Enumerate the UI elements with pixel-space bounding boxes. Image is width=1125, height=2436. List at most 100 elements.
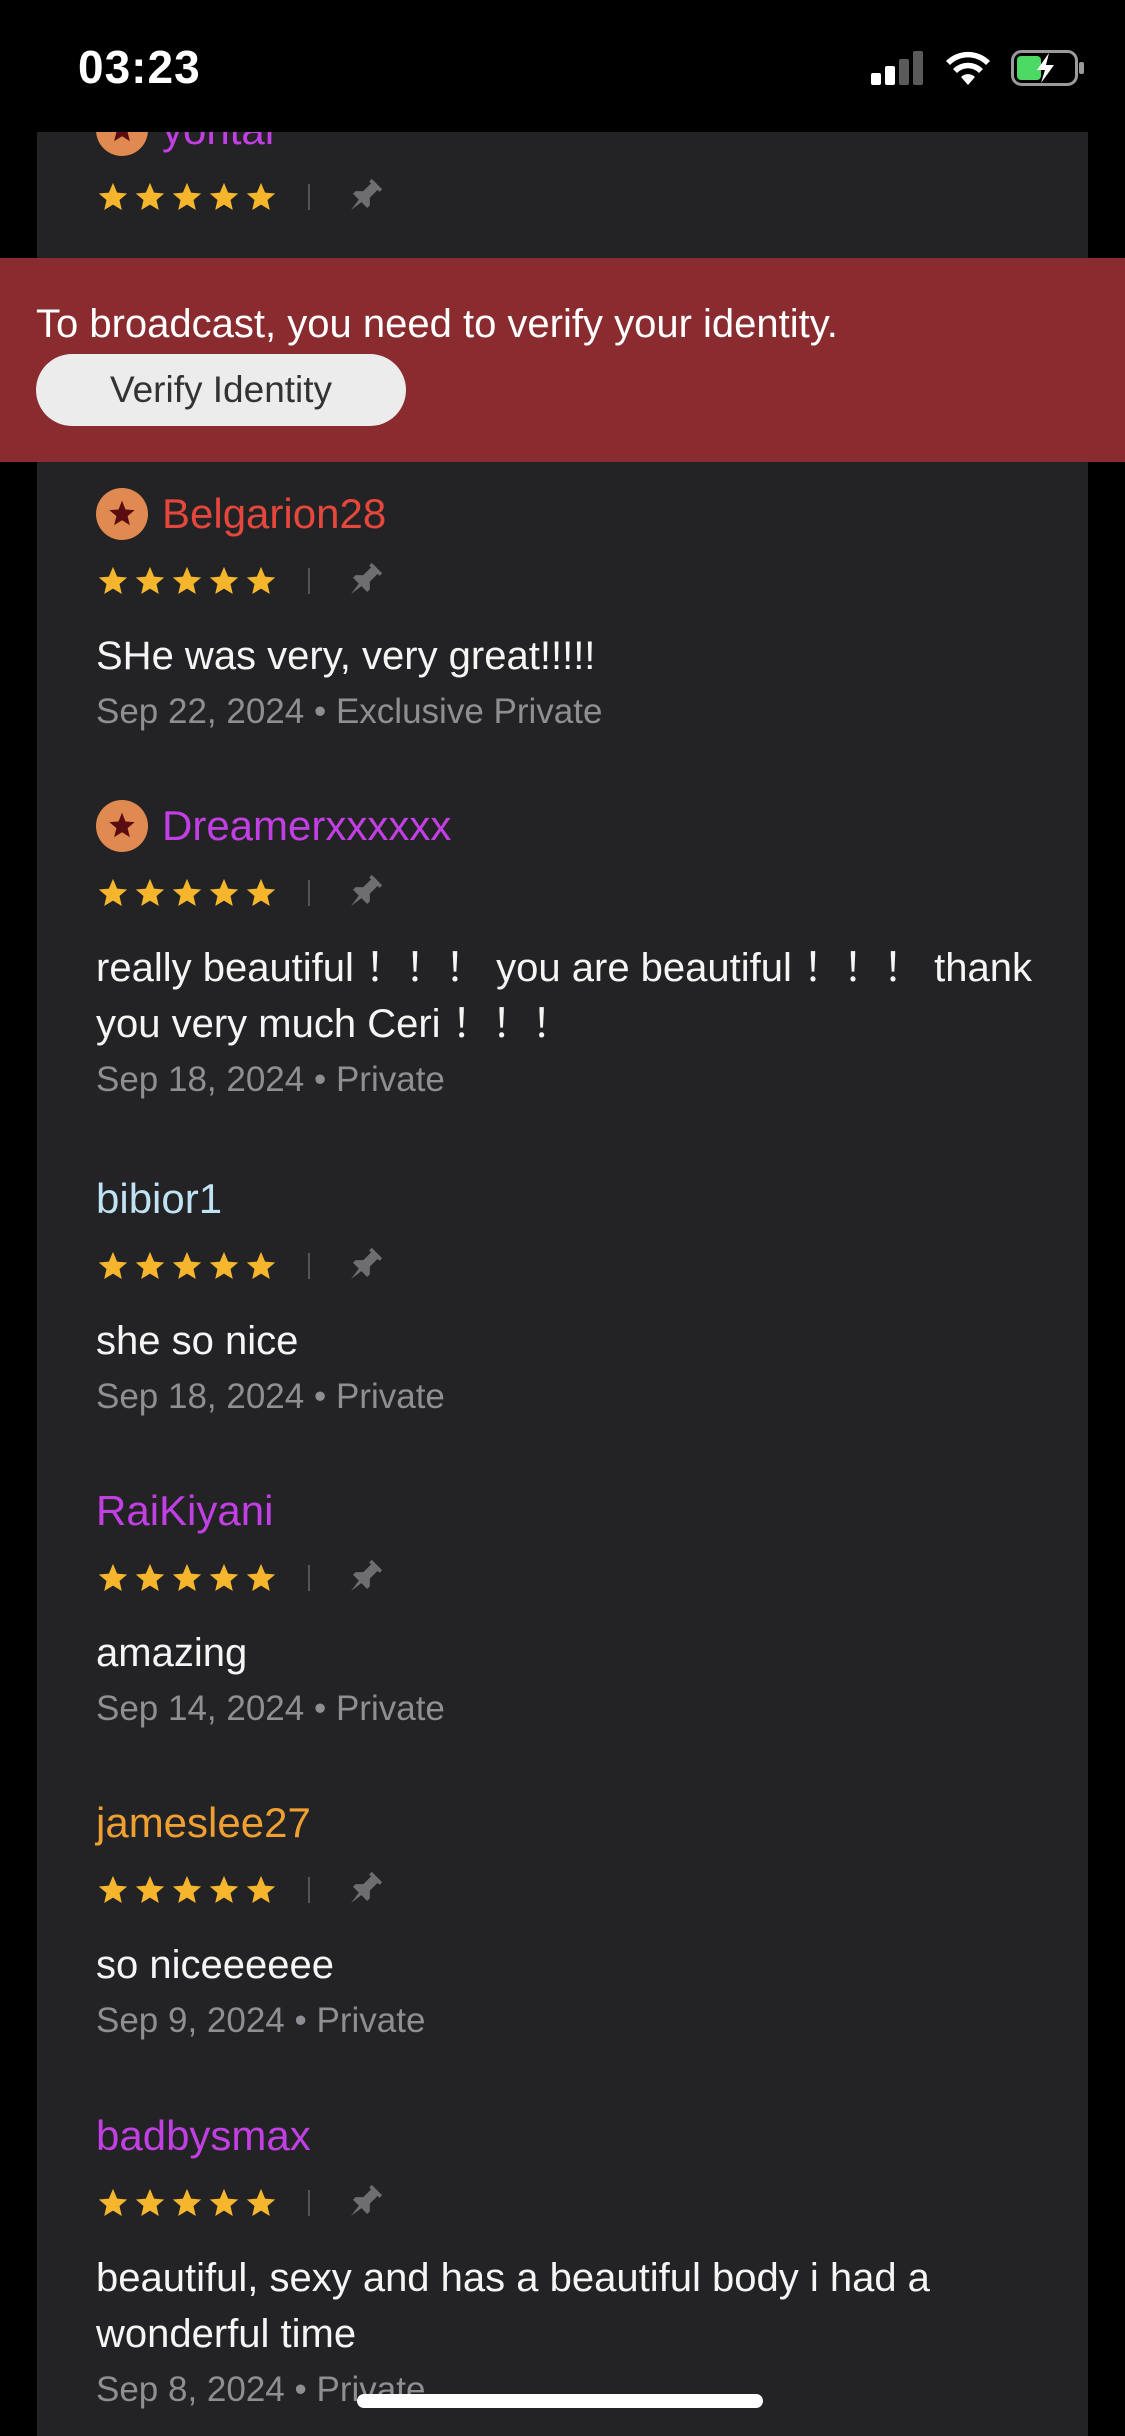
review-date: Sep 8, 2024 bbox=[96, 2370, 285, 2409]
review-date: Sep 22, 2024 bbox=[96, 692, 305, 731]
pin-icon[interactable] bbox=[342, 1244, 386, 1288]
star-rating bbox=[96, 180, 278, 214]
star-icon bbox=[98, 566, 128, 595]
review-username-row[interactable]: Belgarion28 bbox=[96, 486, 1076, 542]
review-rating-row bbox=[96, 2178, 1076, 2228]
review-rating-row bbox=[96, 868, 1076, 918]
review-username[interactable]: yontar bbox=[162, 132, 279, 154]
home-indicator[interactable] bbox=[357, 2394, 763, 2408]
star-icon bbox=[209, 566, 239, 595]
star-icon bbox=[98, 1875, 128, 1904]
pin-icon[interactable] bbox=[342, 871, 386, 915]
star-icon bbox=[135, 1251, 165, 1280]
star-icon bbox=[98, 182, 128, 211]
review-username[interactable]: Dreamerxxxxxx bbox=[162, 802, 451, 850]
review-username[interactable]: bibior1 bbox=[96, 1175, 222, 1223]
review-meta: Sep 18, 2024 • Private bbox=[96, 1060, 445, 1099]
review-type: Exclusive Private bbox=[335, 692, 603, 731]
review-item: yontar bbox=[96, 132, 1076, 222]
star-icon bbox=[135, 878, 165, 907]
review-text: really beautiful ！！！ you are beautiful ！… bbox=[96, 946, 1032, 1046]
review-date: Sep 14, 2024 bbox=[96, 1689, 305, 1728]
review-type: Private bbox=[335, 1060, 445, 1099]
star-icon bbox=[246, 1563, 276, 1592]
rating-divider bbox=[308, 1877, 310, 1903]
review-username[interactable]: badbysmax bbox=[96, 2112, 311, 2160]
review-type: Private bbox=[335, 1689, 445, 1728]
star-icon bbox=[209, 182, 239, 211]
star-icon bbox=[172, 1251, 202, 1280]
review-username-row[interactable]: Dreamerxxxxxx bbox=[96, 798, 1076, 854]
star-badge-icon bbox=[96, 488, 148, 540]
star-rating bbox=[96, 564, 278, 598]
verify-identity-button[interactable]: Verify Identity bbox=[36, 354, 406, 426]
star-icon bbox=[135, 1563, 165, 1592]
star-icon bbox=[246, 878, 276, 907]
review-text: so niceeeeee bbox=[96, 1943, 334, 1987]
pin-icon[interactable] bbox=[342, 175, 386, 219]
pin-icon[interactable] bbox=[342, 559, 386, 603]
review-text: amazing bbox=[96, 1631, 248, 1675]
star-icon bbox=[209, 1875, 239, 1904]
star-icon bbox=[209, 1251, 239, 1280]
star-icon bbox=[172, 2188, 202, 2217]
review-type: Private bbox=[316, 2001, 426, 2040]
cellular-signal-icon bbox=[871, 51, 923, 85]
review-username-row[interactable]: yontar bbox=[96, 132, 1076, 158]
star-rating bbox=[96, 1561, 278, 1595]
review-meta: Sep 14, 2024 • Private bbox=[96, 1689, 445, 1728]
review-meta: Sep 9, 2024 • Private bbox=[96, 2001, 426, 2040]
verify-banner-message: To broadcast, you need to verify your id… bbox=[36, 302, 838, 346]
star-icon bbox=[98, 1251, 128, 1280]
star-icon bbox=[246, 566, 276, 595]
rating-divider bbox=[308, 184, 310, 210]
star-icon bbox=[98, 1563, 128, 1592]
review-date: Sep 9, 2024 bbox=[96, 2001, 285, 2040]
star-rating bbox=[96, 2186, 278, 2220]
pin-icon[interactable] bbox=[342, 1868, 386, 1912]
review-username[interactable]: Belgarion28 bbox=[162, 490, 386, 538]
review-username-row[interactable]: bibior1 bbox=[96, 1171, 1076, 1227]
status-time: 03:23 bbox=[78, 41, 201, 93]
review-item: Dreamerxxxxxx really beautiful ！！！ you ar… bbox=[96, 798, 1076, 1100]
review-rating-row bbox=[96, 556, 1076, 606]
review-text: SHe was very, very great!!!!! bbox=[96, 634, 596, 678]
review-username[interactable]: RaiKiyani bbox=[96, 1487, 273, 1535]
star-rating bbox=[96, 876, 278, 910]
star-icon bbox=[172, 1563, 202, 1592]
pin-icon[interactable] bbox=[342, 1556, 386, 1600]
reviews-panel[interactable]: yontar Belgarion28 SHe was very, very grea… bbox=[37, 132, 1088, 2436]
star-icon bbox=[246, 1875, 276, 1904]
star-rating bbox=[96, 1249, 278, 1283]
review-meta: Sep 22, 2024 • Exclusive Private bbox=[96, 692, 603, 731]
review-username-row[interactable]: RaiKiyani bbox=[96, 1483, 1076, 1539]
rating-divider bbox=[308, 1565, 310, 1591]
star-icon bbox=[246, 2188, 276, 2217]
review-item: Belgarion28 SHe was very, very great!!!!!… bbox=[96, 486, 1076, 732]
review-username[interactable]: jameslee27 bbox=[96, 1799, 311, 1847]
star-icon bbox=[172, 566, 202, 595]
star-icon bbox=[98, 2188, 128, 2217]
rating-divider bbox=[308, 1253, 310, 1279]
star-icon bbox=[172, 878, 202, 907]
review-item: RaiKiyani amazing Sep 14, 2024 • Private bbox=[96, 1483, 1076, 1729]
status-icons bbox=[871, 50, 1085, 86]
star-icon bbox=[135, 566, 165, 595]
star-icon bbox=[135, 1875, 165, 1904]
star-icon bbox=[172, 1875, 202, 1904]
star-icon bbox=[209, 1563, 239, 1592]
review-username-row[interactable]: badbysmax bbox=[96, 2108, 1076, 2164]
rating-divider bbox=[308, 568, 310, 594]
review-rating-row bbox=[96, 172, 1076, 222]
review-rating-row bbox=[96, 1241, 1076, 1291]
review-rating-row bbox=[96, 1553, 1076, 1603]
star-icon bbox=[98, 878, 128, 907]
star-icon bbox=[135, 182, 165, 211]
pin-icon[interactable] bbox=[342, 2181, 386, 2225]
review-item: bibior1 she so nice Sep 18, 2024 • Private bbox=[96, 1171, 1076, 1417]
review-item: badbysmax beautiful, sexy and has a beaut… bbox=[96, 2108, 1076, 2410]
review-username-row[interactable]: jameslee27 bbox=[96, 1795, 1076, 1851]
star-badge-icon bbox=[96, 132, 148, 156]
rating-divider bbox=[308, 2190, 310, 2216]
review-text: beautiful, sexy and has a beautiful body… bbox=[96, 2256, 930, 2356]
